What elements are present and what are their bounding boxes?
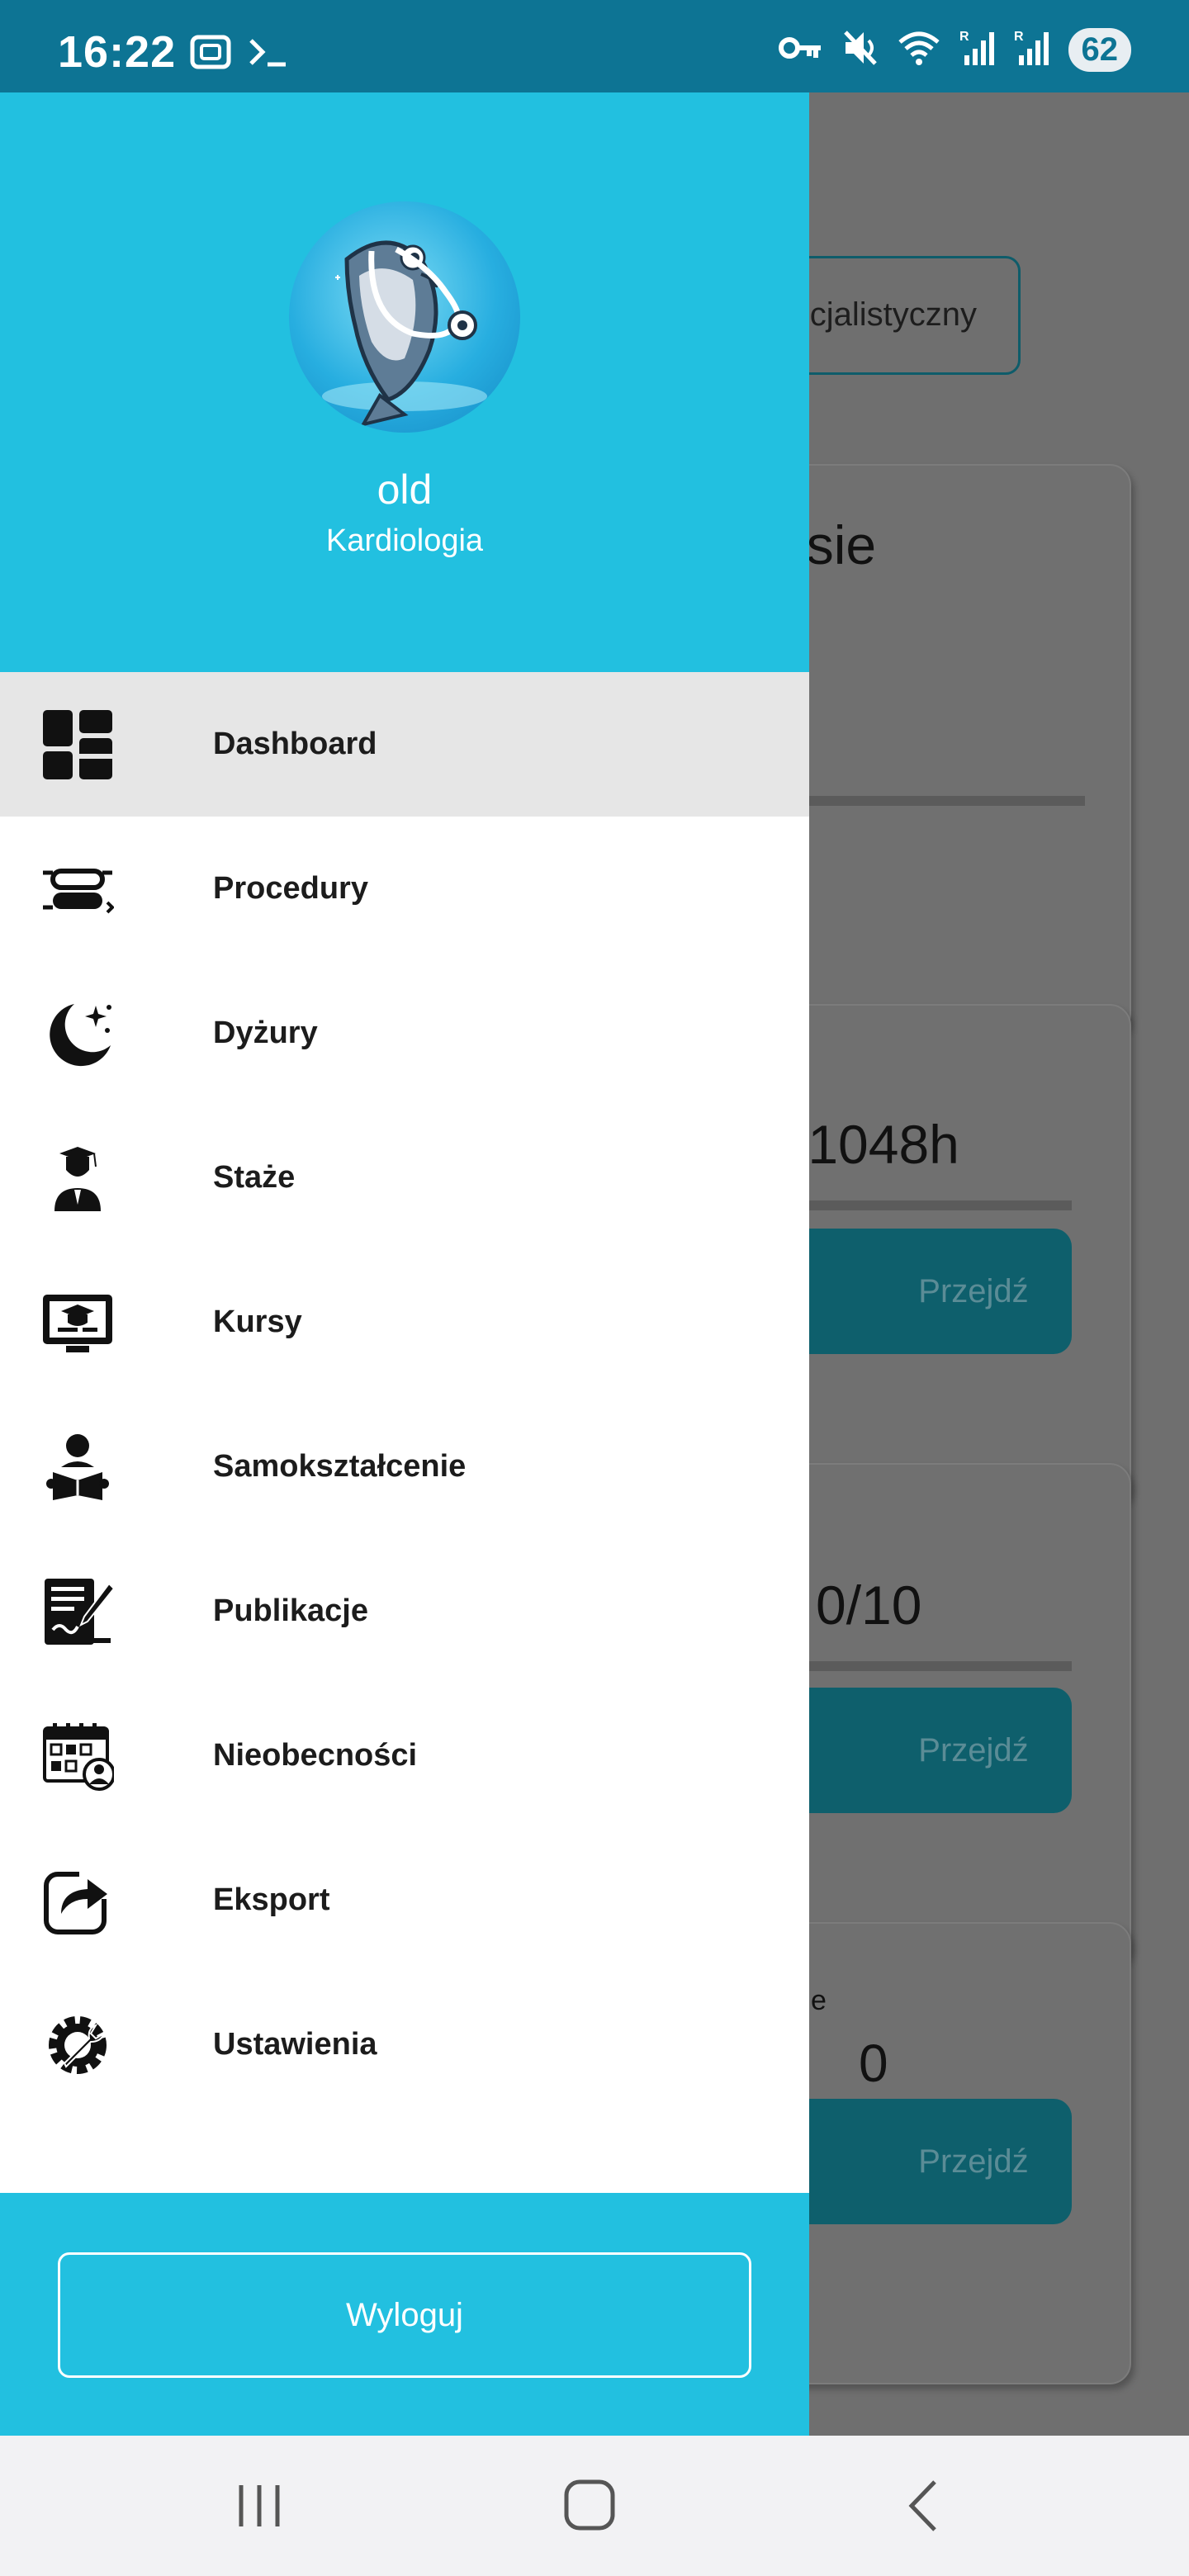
menu-item-procedury[interactable]: Procedury <box>0 817 809 961</box>
menu-item-dashboard[interactable]: Dashboard <box>0 672 809 817</box>
menu-item-label: Procedury <box>213 871 368 906</box>
user-specialization: Kardiologia <box>325 523 484 558</box>
share-export-icon <box>41 1864 114 1937</box>
graduate-icon <box>41 1142 114 1215</box>
drawer-footer: Wyloguj <box>0 2193 809 2436</box>
fish-doctor-avatar <box>289 201 520 433</box>
svg-text:R: R <box>1014 30 1024 44</box>
signal-icon: R <box>959 29 996 71</box>
menu-item-label: Samokształcenie <box>213 1449 467 1484</box>
online-course-icon <box>41 1286 114 1359</box>
menu-item-ustawienia[interactable]: Ustawienia <box>0 1972 809 2117</box>
battery-indicator: 62 <box>1068 28 1131 72</box>
menu-item-kursy[interactable]: Kursy <box>0 1250 809 1395</box>
menu-item-label: Eksport <box>213 1882 330 1917</box>
drawer-header: old Kardiologia <box>0 92 809 672</box>
dashboard-icon <box>41 708 114 781</box>
recent-apps-icon[interactable] <box>226 2477 292 2535</box>
system-nav-bar <box>0 2436 1189 2576</box>
status-time: 16:22 <box>58 27 177 77</box>
menu-item-label: Dyżury <box>213 1016 318 1050</box>
document-edit-icon <box>41 1575 114 1648</box>
menu-item-label: Ustawienia <box>213 2027 377 2062</box>
logout-button[interactable]: Wyloguj <box>58 2252 751 2378</box>
count-value: 0 <box>859 2034 888 2093</box>
menu-item-samoksztalcenie[interactable]: Samokształcenie <box>0 1395 809 1539</box>
navigation-drawer: old Kardiologia Dashboard Procedury Dyżu… <box>0 92 809 2436</box>
menu-item-eksport[interactable]: Eksport <box>0 1828 809 1972</box>
vpn-key-icon <box>778 33 824 67</box>
settings-wrench-icon <box>41 2009 114 2081</box>
terminal-icon <box>248 36 289 73</box>
mute-icon <box>842 29 879 71</box>
menu-item-staze[interactable]: Staże <box>0 1106 809 1250</box>
back-icon[interactable] <box>892 2477 958 2535</box>
svg-text:R: R <box>959 30 969 44</box>
wifi-icon <box>897 29 941 71</box>
menu-item-dyzury[interactable]: Dyżury <box>0 961 809 1106</box>
reading-person-icon <box>41 1431 114 1503</box>
menu-item-nieobecnosci[interactable]: Nieobecności <box>0 1683 809 1828</box>
menu-item-label: Staże <box>213 1160 296 1195</box>
signal-icon: R <box>1014 29 1050 71</box>
count-label: e <box>811 1985 827 2016</box>
menu-item-label: Publikacje <box>213 1593 368 1628</box>
home-icon[interactable] <box>557 2477 623 2535</box>
calendar-absence-icon <box>41 1720 114 1792</box>
drawer-menu: Dashboard Procedury Dyżury Staże Kursy S… <box>0 672 809 2117</box>
menu-item-label: Nieobecności <box>213 1738 418 1773</box>
screenshot-icon <box>190 33 231 75</box>
status-bar: 16:22 R R 62 <box>0 0 1189 92</box>
menu-item-publikacje[interactable]: Publikacje <box>0 1539 809 1683</box>
user-name: old <box>377 466 433 513</box>
menu-item-label: Dashboard <box>213 727 377 761</box>
items-value: 0/10 <box>816 1574 922 1636</box>
procedures-icon <box>41 853 114 926</box>
hours-value: /1048h <box>793 1114 959 1175</box>
moon-stars-icon <box>41 997 114 1070</box>
menu-item-label: Kursy <box>213 1305 302 1339</box>
